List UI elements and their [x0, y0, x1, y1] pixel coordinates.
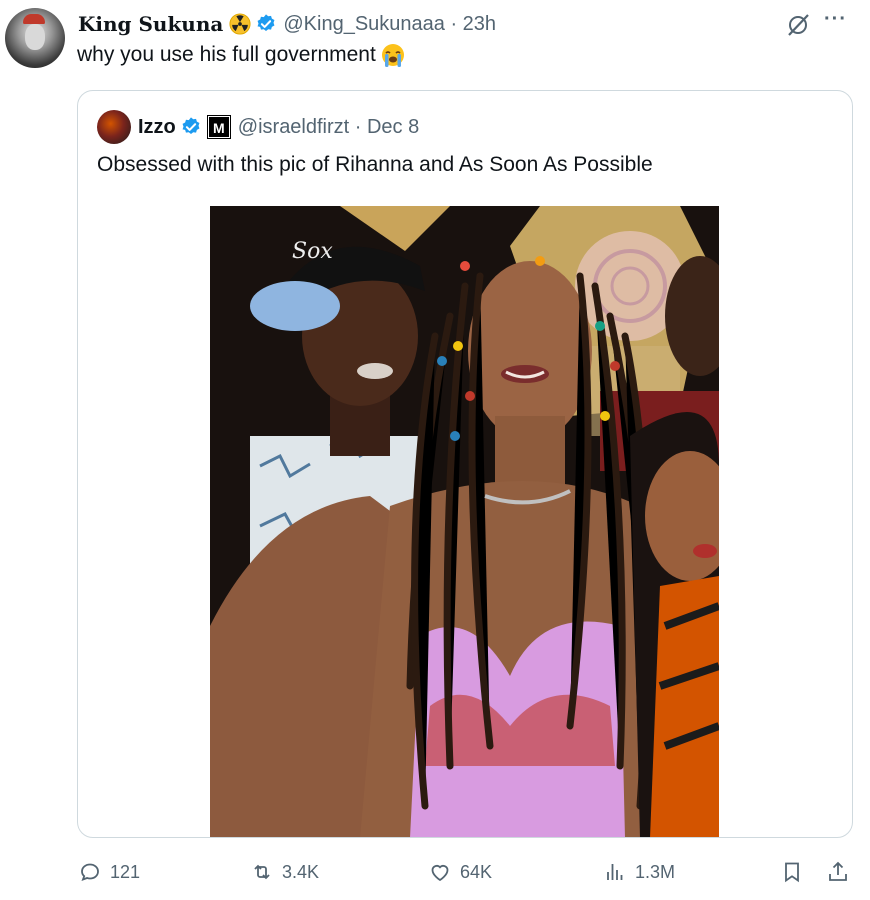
quoted-display-name[interactable]: Izzo	[138, 116, 176, 139]
tweet-text: why you use his full government	[77, 42, 406, 68]
affiliate-badge-icon[interactable]: M	[206, 115, 231, 139]
author-avatar[interactable]	[5, 8, 65, 68]
quoted-tweet-photo[interactable]: Sox	[210, 206, 719, 837]
quoted-tweet-text: Obsessed with this pic of Rihanna and As…	[97, 153, 653, 176]
heart-icon	[431, 864, 449, 882]
quoted-tweet[interactable]: Izzo M @israeldfirzt · Dec 8 Obsessed wi…	[77, 90, 853, 838]
reply-count: 121	[110, 861, 141, 882]
quoted-handle-time[interactable]: @israeldfirzt · Dec 8	[238, 116, 419, 139]
share-button[interactable]	[826, 855, 850, 889]
verified-icon[interactable]	[255, 13, 277, 35]
photo-illustration: Sox	[210, 206, 719, 837]
tweet-header: King Sukuna @King_Sukunaaa · 23h	[78, 10, 496, 38]
avatar-hat	[23, 14, 45, 24]
share-icon	[829, 861, 847, 881]
author-handle-time[interactable]: @King_Sukunaaa · 23h	[283, 13, 496, 36]
bookmark-icon	[785, 862, 799, 883]
grok-icon[interactable]	[785, 12, 811, 38]
verified-icon[interactable]	[180, 116, 202, 138]
quoted-tweet-header: Izzo M @israeldfirzt · Dec 8	[138, 113, 419, 141]
svg-text:Sox: Sox	[292, 239, 333, 264]
repost-icon	[254, 864, 270, 880]
radioactive-icon	[229, 13, 251, 35]
quoted-author-avatar[interactable]	[97, 110, 131, 144]
repost-button[interactable]: 3.4K	[250, 855, 319, 889]
repost-count: 3.4K	[282, 861, 320, 882]
views-count: 1.3M	[635, 861, 676, 882]
more-options-icon[interactable]: ···	[824, 9, 850, 34]
views-chart-icon	[607, 864, 623, 880]
tweet-action-bar: 121 3.4K 64K 1.3M	[0, 855, 870, 889]
reply-icon	[81, 863, 99, 882]
tweet-text-content: why you use his full government	[77, 43, 376, 66]
like-button[interactable]: 64K	[428, 855, 492, 889]
views-button[interactable]: 1.3M	[603, 855, 675, 889]
author-display-name[interactable]: King Sukuna	[78, 12, 223, 36]
loudly-crying-face-icon	[381, 44, 404, 67]
avatar-face	[25, 24, 45, 50]
reply-button[interactable]: 121	[78, 855, 140, 889]
bookmark-button[interactable]	[780, 855, 804, 889]
like-count: 64K	[460, 861, 493, 882]
